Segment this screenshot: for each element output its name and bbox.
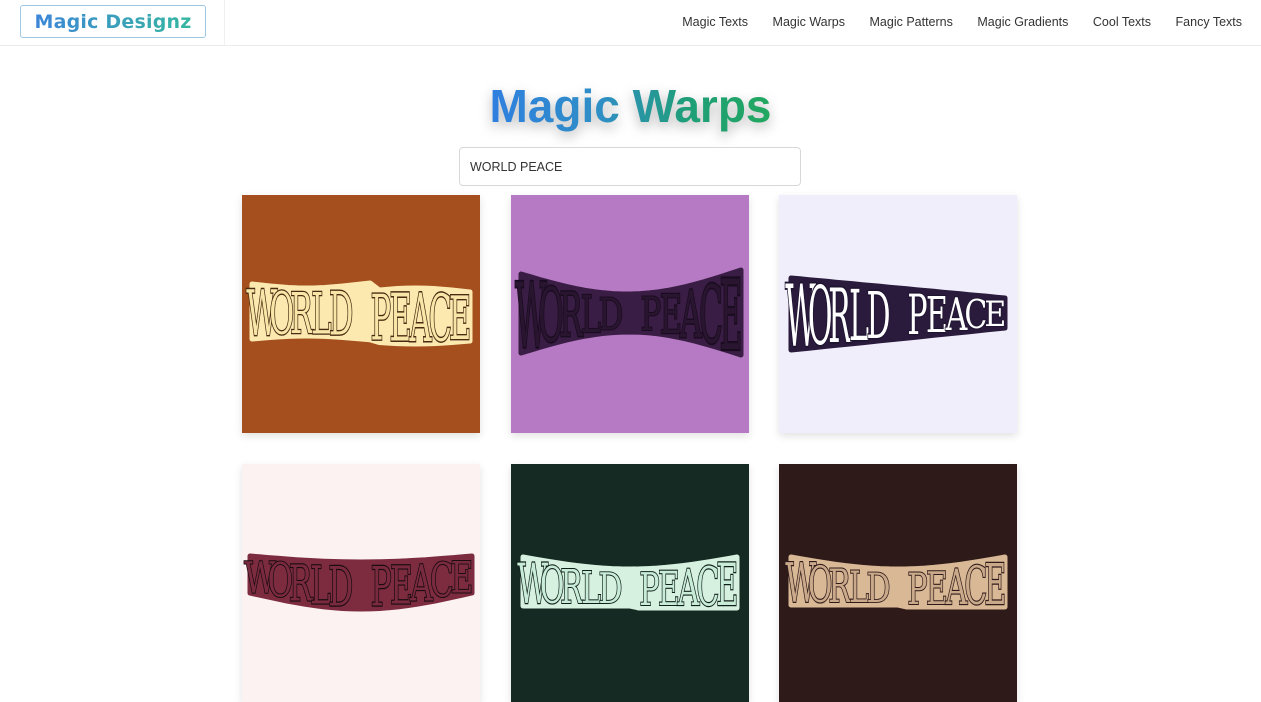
warp-card-5[interactable]: WORLD PEACE — [511, 464, 749, 702]
warp-card-1[interactable]: WORLD PEACE — [242, 195, 480, 433]
warp-letter: E — [451, 552, 474, 603]
warp-card-2[interactable]: WORLD PEACE — [511, 195, 749, 433]
warp-letter: E — [984, 552, 1006, 618]
warp-letter: E — [720, 259, 742, 372]
warp-letter: E — [984, 294, 1006, 335]
warp-letter: P — [907, 284, 927, 347]
top-navbar: Magic Designz Magic Texts Magic Warps Ma… — [0, 0, 1261, 46]
warp-preview-2: WORLD PEACE — [511, 195, 749, 433]
warp-letter: D — [599, 290, 624, 341]
warp-letter: D — [866, 566, 890, 613]
warp-letter: P — [639, 564, 659, 616]
warp-letter: P — [371, 556, 392, 619]
warp-preview-1: WORLD PEACE — [242, 195, 480, 433]
nav-link-magic-warps[interactable]: Magic Warps — [773, 15, 845, 29]
warp-letter: E — [390, 280, 412, 357]
warp-letter: P — [907, 563, 927, 614]
warp-card-3[interactable]: WORLD PEACE — [779, 195, 1017, 433]
warp-card-6[interactable]: WORLD PEACE — [779, 464, 1017, 702]
nav-link-fancy-texts[interactable]: Fancy Texts — [1176, 15, 1242, 29]
brand-divider — [224, 0, 225, 46]
warp-letter: E — [449, 285, 471, 354]
warp-preview-3: WORLD PEACE — [779, 195, 1017, 433]
warp-letter: P — [641, 289, 662, 342]
nav-link-magic-gradients[interactable]: Magic Gradients — [977, 15, 1068, 29]
brand-logo[interactable]: Magic Designz — [20, 5, 206, 38]
warp-letter: D — [598, 564, 622, 613]
warp-card-4[interactable]: WORLD PEACE — [242, 464, 480, 702]
warp-letter: P — [371, 281, 391, 355]
warp-letter: E — [926, 286, 948, 344]
warp-preview-6: WORLD PEACE — [779, 464, 1017, 702]
nav-link-magic-texts[interactable]: Magic Texts — [682, 15, 748, 29]
nav-link-magic-patterns[interactable]: Magic Patterns — [870, 15, 953, 29]
page-title-text: Magic Warps — [489, 80, 772, 132]
warp-letter: R — [290, 281, 314, 347]
warp-letter: D — [329, 280, 353, 349]
page-title: Magic Warps — [0, 78, 1261, 134]
warp-letter: D — [328, 556, 353, 619]
text-input[interactable] — [459, 147, 801, 186]
brand-name: Magic Designz — [34, 10, 192, 33]
warp-preview-5: WORLD PEACE — [511, 464, 749, 702]
nav-link-cool-texts[interactable]: Cool Texts — [1093, 15, 1151, 29]
warp-letter: D — [866, 278, 890, 354]
warp-letter: E — [716, 551, 738, 619]
warp-preview-4: WORLD PEACE — [242, 464, 480, 702]
nav-links: Magic Texts Magic Warps Magic Patterns M… — [658, 0, 1242, 44]
